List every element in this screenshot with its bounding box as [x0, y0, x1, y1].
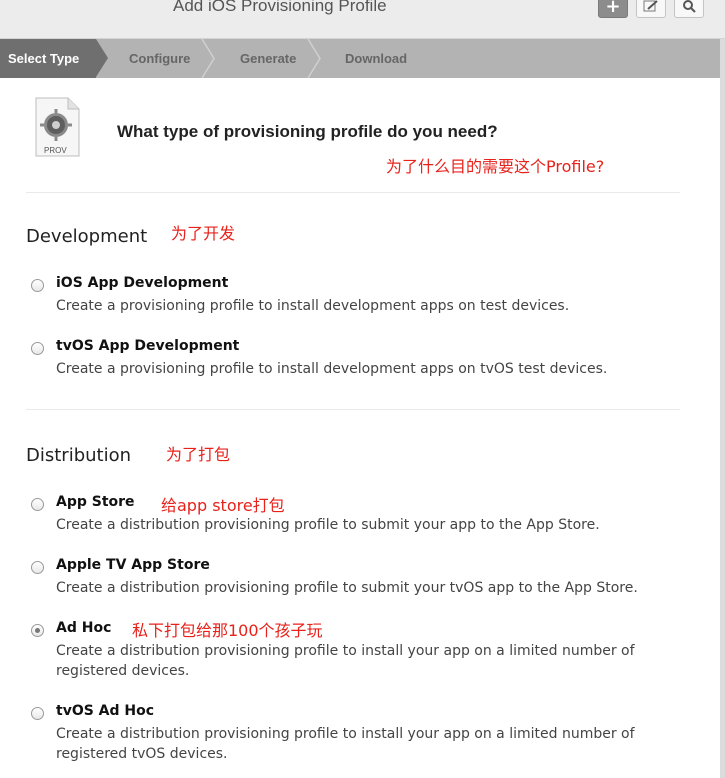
plus-icon: +	[605, 0, 621, 17]
wizard-steps: Select Type Configure Generate Download	[0, 39, 720, 78]
search-icon	[683, 0, 696, 13]
option-title[interactable]: Ad Hoc	[56, 620, 111, 636]
radio-tvos-ad-hoc[interactable]	[31, 707, 44, 720]
step-separator	[201, 39, 215, 78]
add-button[interactable]: +	[598, 0, 628, 18]
divider	[26, 192, 680, 193]
divider	[26, 409, 680, 410]
scrollbar-track[interactable]	[720, 39, 725, 778]
page-question: What type of provisioning profile do you…	[117, 122, 498, 141]
step-configure: Configure	[129, 51, 191, 66]
step-separator	[307, 39, 321, 78]
edit-button[interactable]	[636, 0, 666, 18]
option-title[interactable]: App Store	[56, 494, 135, 510]
annotation-development: 为了开发	[171, 224, 236, 243]
option-title[interactable]: iOS App Development	[56, 275, 228, 291]
radio-ios-app-development[interactable]	[31, 279, 44, 292]
search-button[interactable]	[674, 0, 704, 18]
step-download: Download	[345, 51, 408, 66]
step-generate: Generate	[240, 51, 297, 66]
section-title-development: Development	[26, 226, 148, 247]
section-title-distribution: Distribution	[26, 445, 132, 466]
radio-app-store[interactable]	[31, 498, 44, 511]
radio-ad-hoc[interactable]	[31, 624, 44, 637]
annotation-purpose: 为了什么目的需要这个Profile?	[386, 157, 605, 176]
option-description: Create a distribution provisioning profi…	[56, 517, 600, 533]
option-title[interactable]: Apple TV App Store	[56, 557, 210, 573]
window-title: Add iOS Provisioning Profile	[173, 0, 387, 15]
option-description: Create a provisioning profile to install…	[56, 298, 570, 314]
annotation-ad-hoc: 私下打包给那100个孩子玩	[132, 621, 323, 640]
step-select-type: Select Type	[0, 39, 96, 78]
radio-tvos-app-development[interactable]	[31, 342, 44, 355]
option-description: Create a distribution provisioning profi…	[56, 580, 638, 596]
option-title[interactable]: tvOS Ad Hoc	[56, 703, 154, 719]
option-description: Create a distribution provisioning profi…	[56, 726, 635, 762]
provisioning-profile-icon: PROV	[35, 97, 80, 157]
annotation-distribution: 为了打包	[166, 445, 231, 464]
pencil-icon	[643, 0, 658, 12]
option-title[interactable]: tvOS App Development	[56, 338, 239, 354]
title-bar: Add iOS Provisioning Profile +	[0, 0, 725, 39]
option-description: Create a provisioning profile to install…	[56, 361, 608, 377]
annotation-app-store: 给app store打包	[161, 496, 285, 515]
prov-icon-label: PROV	[44, 146, 67, 155]
step-arrow	[96, 39, 108, 77]
option-description: Create a distribution provisioning profi…	[56, 643, 635, 679]
radio-apple-tv-app-store[interactable]	[31, 561, 44, 574]
